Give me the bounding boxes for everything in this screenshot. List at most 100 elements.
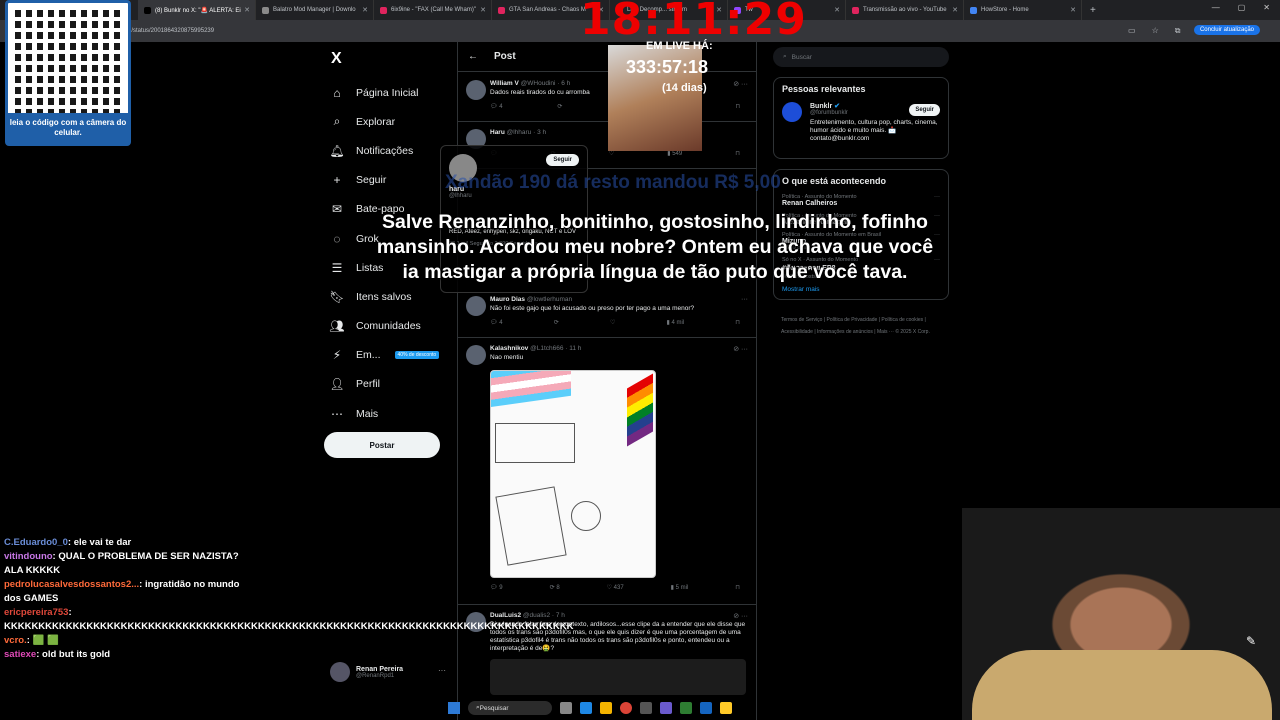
nav-item-more[interactable]: ⋯ Mais — [326, 399, 456, 428]
close-tab-icon[interactable]: ✕ — [1070, 6, 1076, 14]
bookmark-icon[interactable]: ⊓ — [735, 103, 740, 110]
chat-username[interactable]: pedrolucasalvesdossantos2... — [4, 579, 139, 590]
cast-icon[interactable]: ▭ — [1128, 26, 1136, 36]
follow-button[interactable]: Seguir — [909, 104, 940, 116]
explorer-icon[interactable] — [600, 702, 612, 714]
search-input[interactable]: ⌕ Buscar — [773, 47, 949, 67]
avatar[interactable] — [782, 102, 802, 122]
bookmark-icon[interactable]: ⊓ — [735, 584, 740, 591]
author-name[interactable]: DualLuis2 — [490, 612, 521, 619]
reply-icon[interactable]: 💬︎ 4 — [490, 319, 503, 326]
author-handle[interactable]: @WHoudini · 6 h — [521, 80, 571, 87]
grok-icon[interactable]: ⊘ ··· — [733, 80, 748, 88]
edge-icon[interactable] — [580, 702, 592, 714]
account-switcher[interactable]: Renan Pereira @RenanRpd1 ··· — [330, 662, 446, 682]
close-icon[interactable]: ✕ — [1263, 3, 1270, 12]
windows-start-icon[interactable] — [448, 702, 460, 714]
close-tab-icon[interactable]: ✕ — [480, 6, 486, 14]
retweet-icon[interactable]: ⟳ — [554, 319, 559, 326]
minimize-icon[interactable]: — — [1212, 3, 1220, 12]
nav-item-profile[interactable]: 👤︎ Perfil — [326, 370, 456, 399]
like-icon[interactable]: ♡ — [610, 319, 615, 326]
maximize-icon[interactable]: ▢ — [1238, 3, 1246, 12]
chat-username[interactable]: ericpereira753 — [4, 607, 68, 618]
author-handle[interactable]: @lhharu · 3 h — [507, 129, 546, 136]
chat-username[interactable]: vitindouno — [4, 551, 53, 562]
nav-item-notifications[interactable]: 🔔︎ Notificações — [326, 136, 456, 165]
retweet-icon[interactable]: ⟳ — [557, 103, 562, 110]
avatar[interactable] — [466, 345, 486, 365]
author-name[interactable]: Kalashnikov — [490, 345, 528, 352]
retweet-icon[interactable]: ⟳ 8 — [550, 584, 560, 591]
taskbar-search[interactable]: ⌕ Pesquisar — [468, 701, 552, 715]
nav-item-follow[interactable]: + Seguir — [326, 166, 456, 195]
author-handle[interactable]: @L1tch666 · 11 h — [530, 345, 581, 352]
nav-item-home[interactable]: ⌂ Página Inicial — [326, 78, 456, 107]
author-handle[interactable]: @dualis2 · 7 h — [523, 612, 565, 619]
avatar[interactable] — [466, 80, 486, 100]
close-tab-icon[interactable]: ✕ — [834, 6, 840, 14]
app-icon[interactable] — [640, 702, 652, 714]
more-icon[interactable]: ⊘ ··· — [733, 612, 748, 620]
tweet-image[interactable] — [490, 370, 656, 578]
chrome-icon[interactable] — [620, 702, 632, 714]
chat-username[interactable]: C.Eduardo0_0 — [4, 537, 68, 548]
views-icon[interactable]: ▮ 5 mil — [671, 584, 689, 591]
show-more-link[interactable]: Mostrar mais — [782, 286, 940, 293]
follow-button[interactable]: Seguir — [546, 154, 579, 166]
more-icon[interactable]: ··· — [741, 296, 748, 303]
close-tab-icon[interactable]: ✕ — [952, 6, 958, 14]
nav-item-bookmarks[interactable]: 🔖︎ Itens salvos — [326, 282, 456, 311]
nav-item-explore[interactable]: ⌕ Explorar — [326, 107, 456, 136]
folder-icon[interactable] — [720, 702, 732, 714]
update-button[interactable]: Concluir atualização — [1193, 25, 1260, 35]
bookmark-icon[interactable]: ⊓ — [735, 319, 740, 326]
post-button[interactable]: Postar — [324, 432, 440, 458]
author-name[interactable]: William V — [490, 80, 519, 87]
more-icon[interactable]: ··· — [934, 194, 940, 200]
taskview-icon[interactable] — [560, 702, 572, 714]
like-icon[interactable]: ♡ — [609, 150, 614, 157]
views-icon[interactable]: ▮ 549 — [667, 150, 682, 157]
reply-icon[interactable]: 💬︎ 9 — [490, 584, 503, 591]
app-icon[interactable] — [680, 702, 692, 714]
browser-tab[interactable]: Balatro Mod Manager | Downlo ✕ — [256, 0, 374, 20]
reply-tweet[interactable]: Mauro Dias @lowtlerhuman Não foi este ga… — [458, 290, 756, 338]
relevant-person[interactable]: Bunklr ✔ @forumbunklr Entretenimento, cu… — [782, 102, 940, 152]
promo-badge[interactable]: 40% de desconto — [394, 351, 440, 360]
more-icon[interactable]: ··· — [438, 666, 446, 675]
reply-icon[interactable]: 💬︎ 4 — [490, 103, 503, 110]
footer-links[interactable]: Termos de Serviço | Política de Privacid… — [773, 314, 949, 338]
reply-tweet[interactable]: Kalashnikov @L1tch666 · 11 h Nao mentiu … — [458, 339, 756, 605]
favicon-icon — [144, 6, 151, 14]
author-name[interactable]: Haru — [490, 129, 505, 136]
author-handle[interactable]: @lowtlerhuman — [527, 296, 572, 303]
more-icon[interactable]: ⊘ ··· — [733, 345, 748, 353]
app-icon[interactable] — [660, 702, 672, 714]
trend-item[interactable]: Política · Assunto do Momento Renan Calhe… — [782, 194, 940, 207]
browser-tab[interactable]: Transmissão ao vivo - YouTube ✕ — [846, 0, 964, 20]
tweet-video[interactable] — [490, 659, 746, 695]
nav-item-premium[interactable]: ⚡︎ Em... 40% de desconto — [326, 341, 456, 370]
back-arrow-icon[interactable]: ← — [468, 51, 478, 62]
browser-tab[interactable]: HowStore - Home ✕ — [964, 0, 1082, 20]
url-field[interactable]: i/status/2001864320875995239 — [130, 28, 214, 34]
avatar[interactable] — [466, 296, 486, 316]
close-tab-icon[interactable]: ✕ — [362, 6, 368, 14]
chat-username[interactable]: satiexe — [4, 649, 36, 660]
close-tab-icon[interactable]: ✕ — [244, 6, 250, 14]
extensions-icon[interactable]: ⧉ — [1175, 26, 1181, 36]
views-icon[interactable]: ▮ 4 mil — [666, 319, 684, 326]
reply-tweet[interactable]: William V @WHoudini · 6 h Dados reais ti… — [458, 74, 756, 122]
new-tab-button[interactable]: + — [1090, 5, 1096, 16]
like-icon[interactable]: ♡ 437 — [607, 584, 624, 591]
star-icon[interactable]: ☆ — [1152, 26, 1159, 36]
author-name[interactable]: Mauro Dias — [490, 296, 525, 303]
x-logo-icon[interactable]: X — [331, 50, 456, 68]
chat-username[interactable]: vcro. — [4, 635, 27, 646]
browser-tab[interactable]: (8) Bunklr no X: "🚨 ALERTA: Ei ✕ — [138, 0, 256, 20]
nav-item-communities[interactable]: 👥︎ Comunidades — [326, 312, 456, 341]
browser-tab[interactable]: 6ix9ine - "FAX (Call Me Wham)" ✕ — [374, 0, 492, 20]
steam-icon[interactable] — [700, 702, 712, 714]
bookmark-icon[interactable]: ⊓ — [735, 150, 740, 157]
